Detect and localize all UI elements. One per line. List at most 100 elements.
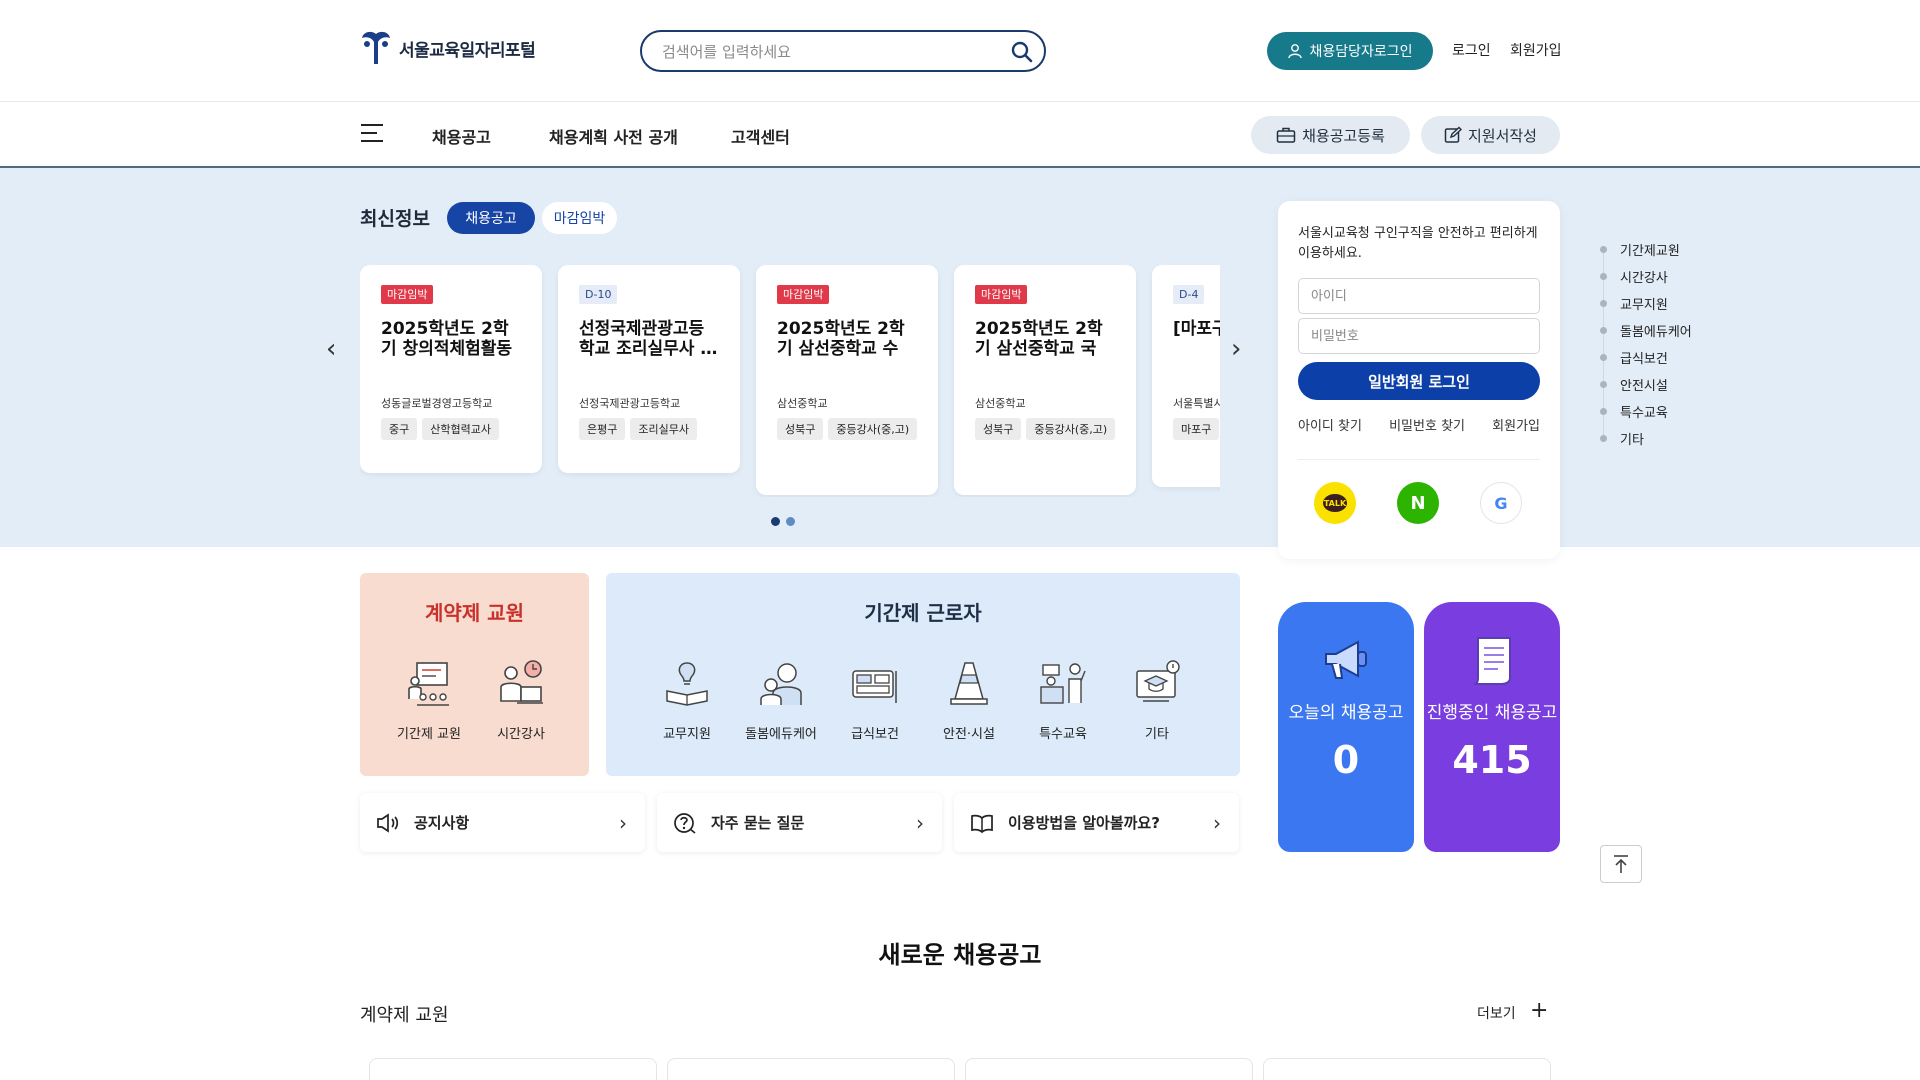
traffic-cone-icon <box>950 662 988 705</box>
write-application-button[interactable]: 지원서작성 <box>1421 116 1560 154</box>
new-posting-card[interactable] <box>1263 1058 1551 1080</box>
job-type-chip: 조리실무사 <box>630 418 697 440</box>
category-label: 돌봄에듀케어 <box>745 727 817 742</box>
naver-login-icon[interactable]: N <box>1397 482 1439 524</box>
new-posting-card[interactable] <box>965 1058 1253 1080</box>
nav-item-customer-center[interactable]: 고객센터 <box>731 124 790 148</box>
nav-item-hiring-plan[interactable]: 채용계획 사전 공개 <box>549 124 678 148</box>
side-item-etc[interactable]: 기타 <box>1600 429 1692 456</box>
how-to-use-link[interactable]: 이용방법을 알아볼까요? › <box>954 793 1239 852</box>
more-link[interactable]: 더보기 <box>1477 1003 1516 1023</box>
teacher-board-icon <box>408 662 449 706</box>
speaker-icon <box>377 812 399 833</box>
bulb-book-icon <box>666 662 708 706</box>
login-link[interactable]: 로그인 <box>1452 40 1491 60</box>
user-icon <box>1288 44 1303 59</box>
job-card[interactable]: 마감임박 2025학년도 2학기 삼선중학교 국어… 삼선중학교 성북구 중등강… <box>954 265 1136 495</box>
id-input[interactable] <box>1298 278 1540 314</box>
meal-tray-icon <box>852 670 897 703</box>
category-fixed-term-teacher[interactable]: 기간제 교원 <box>384 657 474 742</box>
region-chip: 성북구 <box>975 418 1022 440</box>
panel-signup-link[interactable]: 회원가입 <box>1492 415 1540 434</box>
job-type-chip: 산학협력교사 <box>422 418 499 440</box>
tab-closing-soon[interactable]: 마감임박 <box>542 202 617 234</box>
category-care[interactable]: 돌봄에듀케어 <box>736 657 826 742</box>
category-safety-facility[interactable]: 안전·시설 <box>924 657 1014 742</box>
side-item-care[interactable]: 돌봄에듀케어 <box>1600 321 1692 348</box>
category-label: 급식보건 <box>851 727 899 742</box>
side-item-part-time-lecturer[interactable]: 시간강사 <box>1600 267 1692 294</box>
site-logo[interactable]: 서울교육일자리포털 <box>359 30 536 66</box>
search-input[interactable] <box>662 41 992 63</box>
job-card[interactable]: 마감임박 2025학년도 2학기 창의적체험활동 … 성동글로벌경영고등학교 중… <box>360 265 542 473</box>
menu-icon[interactable] <box>361 124 383 144</box>
category-meal-health[interactable]: 급식보건 <box>830 657 920 742</box>
chevron-right-icon: › <box>916 811 924 835</box>
category-label: 기타 <box>1145 727 1169 742</box>
member-login-button[interactable]: 일반회원 로그인 <box>1298 362 1540 400</box>
side-item-fixed-term-teacher[interactable]: 기간제교원 <box>1600 240 1692 267</box>
side-item-meal-health[interactable]: 급식보건 <box>1600 348 1692 375</box>
search-box <box>640 30 1046 72</box>
side-item-safety-facility[interactable]: 안전시설 <box>1600 375 1692 402</box>
new-posting-card[interactable] <box>667 1058 955 1080</box>
today-postings-label: 오늘의 채용공고 <box>1288 703 1404 723</box>
carousel-dot-active[interactable] <box>771 517 780 526</box>
tab-job-postings[interactable]: 채용공고 <box>447 202 535 234</box>
category-etc[interactable]: 기타 <box>1112 657 1202 742</box>
scroll-to-top-button[interactable] <box>1600 845 1642 883</box>
job-card[interactable]: 마감임박 2025학년도 2학기 삼선중학교 수학… 삼선중학교 성북구 중등강… <box>756 265 938 495</box>
carousel-dot[interactable] <box>786 517 795 526</box>
deadline-badge: D-4 <box>1173 285 1205 304</box>
job-card-title: 2025학년도 2학기 삼선중학교 수학… <box>777 319 905 359</box>
ongoing-postings-card[interactable]: 진행중인 채용공고 415 <box>1424 602 1560 852</box>
category-academic-support[interactable]: 교무지원 <box>642 657 732 742</box>
category-part-time-lecturer[interactable]: 시간강사 <box>476 657 566 742</box>
category-label: 기간제 교원 <box>397 727 461 742</box>
contract-teacher-title: 계약제 교원 <box>425 601 524 625</box>
arrow-up-icon <box>1614 855 1628 873</box>
logo-text: 서울교육일자리포털 <box>399 40 536 61</box>
signup-link[interactable]: 회원가입 <box>1510 40 1562 60</box>
today-postings-card[interactable]: 오늘의 채용공고 0 <box>1278 602 1414 852</box>
carousel-prev-icon[interactable]: ‹ <box>326 334 336 364</box>
lecturer-clock-icon <box>500 660 543 704</box>
find-password-link[interactable]: 비밀번호 찾기 <box>1389 415 1465 434</box>
kakao-login-icon[interactable]: TALK <box>1314 482 1356 524</box>
deadline-badge: 마감임박 <box>381 285 434 304</box>
write-application-label: 지원서작성 <box>1467 126 1537 145</box>
contract-teacher-category: 계약제 교원 기간제 교원 시간강사 <box>360 573 589 776</box>
manager-login-button[interactable]: 채용담당자로그인 <box>1267 32 1433 70</box>
region-chip: 중구 <box>381 418 418 440</box>
job-card[interactable]: D-10 선정국제관광고등학교 조리실무사 … 선정국제관광고등학교 은평구 조… <box>558 265 740 473</box>
manager-login-label: 채용담당자로그인 <box>1309 44 1413 60</box>
care-people-icon <box>760 663 802 705</box>
parttime-worker-category: 기간제 근로자 교무지원 돌봄에듀케어 급식보건 안전·시설 특수교육 기타 <box>606 573 1240 776</box>
nav-item-jobs[interactable]: 채용공고 <box>432 124 491 148</box>
carousel-next-icon[interactable]: › <box>1231 334 1241 364</box>
logo-icon <box>362 31 390 65</box>
find-id-link[interactable]: 아이디 찾기 <box>1298 415 1362 434</box>
job-card-school: 선정국제관광고등학교 <box>579 397 681 410</box>
login-panel-message: 서울시교육청 구인구직을 안전하고 편리하게 이용하세요. <box>1298 226 1538 261</box>
password-input[interactable] <box>1298 318 1540 354</box>
category-label: 특수교육 <box>1039 727 1087 742</box>
side-item-academic-support[interactable]: 교무지원 <box>1600 294 1692 321</box>
edit-icon <box>1444 126 1462 143</box>
job-card-school: 삼선중학교 <box>777 397 828 410</box>
latest-info-title: 최신정보 <box>360 208 430 230</box>
google-login-icon[interactable]: G <box>1480 482 1522 524</box>
job-card[interactable]: D-4 [마포구] 아현분… 서울특별시 … 습관 마포구 <box>1152 265 1220 487</box>
new-posting-card[interactable] <box>369 1058 657 1080</box>
faq-link[interactable]: 자주 묻는 질문 › <box>657 793 942 852</box>
question-icon <box>674 812 696 834</box>
search-icon[interactable] <box>1010 40 1034 64</box>
plus-icon[interactable]: + <box>1530 998 1548 1023</box>
contract-teacher-section-title: 계약제 교원 <box>360 1005 449 1026</box>
post-job-button[interactable]: 채용공고등록 <box>1251 116 1410 154</box>
carousel-pagination <box>771 517 795 526</box>
today-postings-count: 0 <box>1332 738 1360 782</box>
side-item-special-education[interactable]: 특수교육 <box>1600 402 1692 429</box>
notice-link[interactable]: 공지사항 › <box>360 793 645 852</box>
category-special-education[interactable]: 특수교육 <box>1018 657 1108 742</box>
